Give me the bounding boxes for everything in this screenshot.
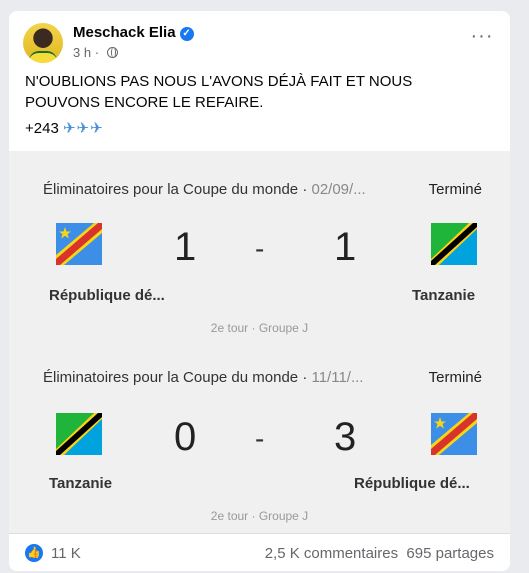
post-meta: 3 h · <box>73 45 118 60</box>
author-name[interactable]: Meschack Elia <box>73 24 176 41</box>
tanzania-flag-icon <box>431 223 477 265</box>
drc-flag-icon <box>431 413 477 455</box>
match-card: Éliminatoires pour la Coupe du monde · 0… <box>29 161 490 341</box>
globe-icon <box>106 47 118 58</box>
match-round: 2e tour · Groupe J <box>210 321 309 335</box>
match-status: Terminé <box>428 181 482 198</box>
comments-count[interactable]: 2,5 K commentaires <box>265 545 398 562</box>
like-reaction-icon[interactable]: 👍 <box>25 544 43 562</box>
score-separator: - <box>255 423 265 454</box>
post-header: Meschack Elia ✓ 3 h · ··· <box>23 23 496 63</box>
match-date: 02/09/... <box>311 181 366 198</box>
post-text: N'OUBLIONS PAS NOUS L'AVONS DÉJÀ FAIT ET… <box>25 73 413 111</box>
away-team: République dé... <box>354 475 470 492</box>
author-name-row: Meschack Elia ✓ <box>73 24 194 41</box>
reaction-count[interactable]: 11 K <box>51 545 81 562</box>
airplane-icons: ✈✈✈ <box>62 120 104 137</box>
match-title: Éliminatoires pour la Coupe du monde · 0… <box>43 181 366 198</box>
post-tags: +243 ✈✈✈ <box>25 119 104 137</box>
match-round: 2e tour · Groupe J <box>210 509 309 523</box>
away-score: 3 <box>334 415 357 459</box>
post-card: Meschack Elia ✓ 3 h · ··· N'OUBLIONS PAS … <box>9 11 510 571</box>
home-team: Tanzanie <box>49 475 113 492</box>
post-time[interactable]: 3 h <box>73 45 91 60</box>
more-options-icon[interactable]: ··· <box>468 26 496 53</box>
avatar[interactable] <box>23 23 63 63</box>
home-team: République dé... <box>49 287 165 304</box>
post-tag: +243 <box>25 120 59 137</box>
match-status: Terminé <box>428 369 482 386</box>
tanzania-flag-icon <box>56 413 102 455</box>
post-image[interactable]: Éliminatoires pour la Coupe du monde · 0… <box>9 151 510 533</box>
match-title: Éliminatoires pour la Coupe du monde · 1… <box>43 369 364 386</box>
shares-count[interactable]: 695 partages <box>406 545 494 562</box>
away-team: Tanzanie <box>412 287 476 304</box>
away-score: 1 <box>334 225 357 269</box>
drc-flag-icon <box>56 223 102 265</box>
match-date: 11/11/... <box>311 369 364 386</box>
home-score: 0 <box>174 415 197 459</box>
match-card: Éliminatoires pour la Coupe du monde · 1… <box>29 347 490 527</box>
verified-badge-icon: ✓ <box>179 27 194 41</box>
engagement-stats: 2,5 K commentaires 695 partages <box>265 545 494 562</box>
score-separator: - <box>255 233 265 264</box>
post-footer: 👍 11 K 2,5 K commentaires 695 partages <box>9 533 510 571</box>
home-score: 1 <box>174 225 197 269</box>
